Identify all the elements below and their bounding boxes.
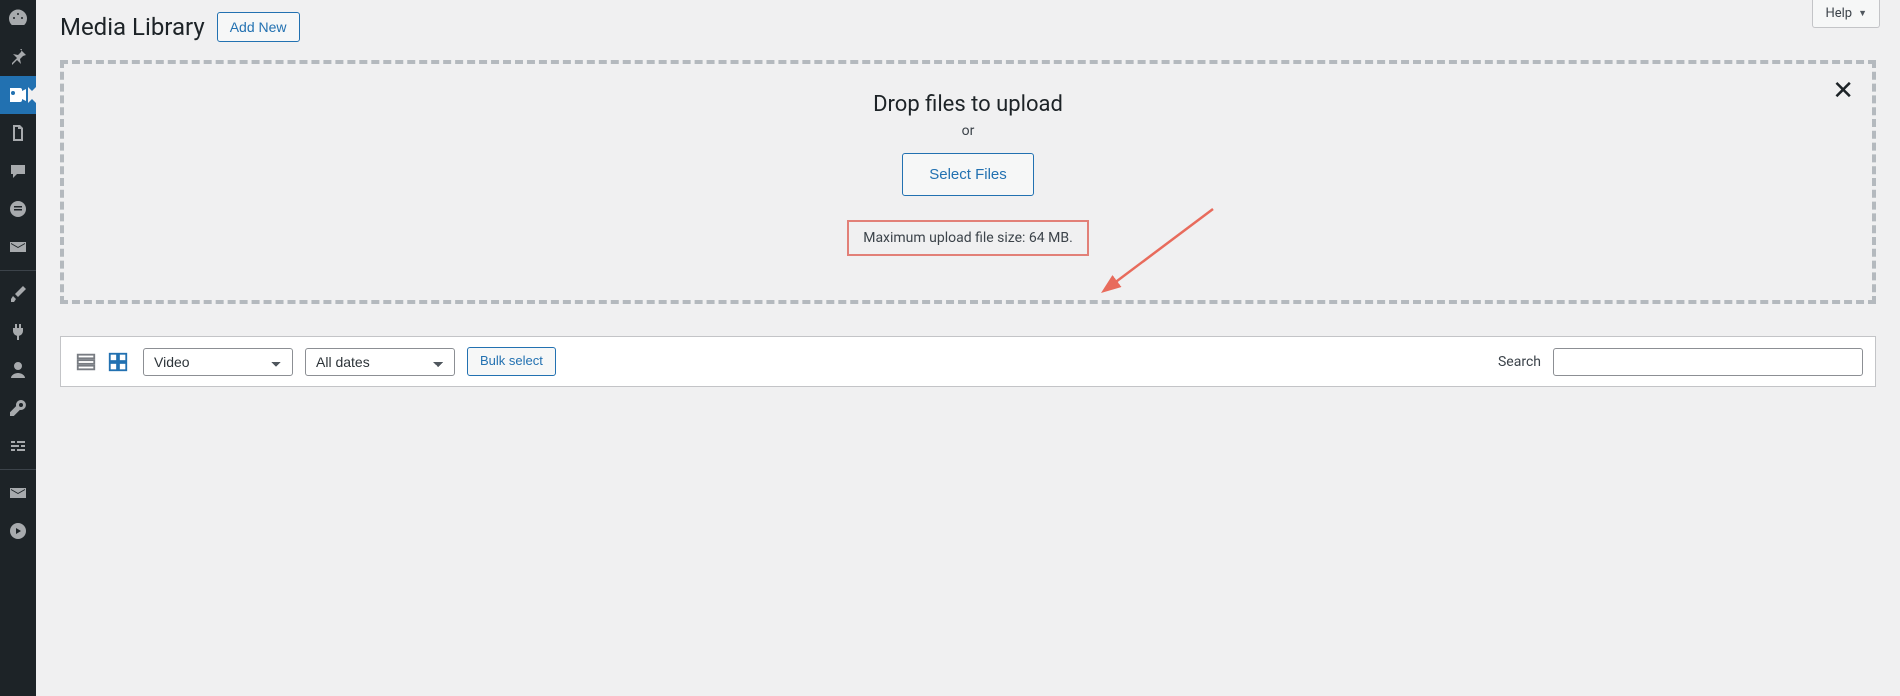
list-icon [75, 351, 97, 373]
grid-view-button[interactable] [105, 349, 131, 375]
gauge-icon [8, 9, 28, 29]
sidebar-item-video[interactable] [0, 512, 36, 550]
grid-icon [107, 351, 129, 373]
mail-icon [8, 237, 28, 257]
add-new-button[interactable]: Add New [217, 12, 300, 42]
sidebar-item-dashboard[interactable] [0, 0, 36, 38]
annotation-arrow [1098, 204, 1218, 294]
pages-icon [8, 123, 28, 143]
user-icon [8, 360, 28, 380]
brush-icon [8, 284, 28, 304]
play-circle-icon [8, 521, 28, 541]
dropzone-or: or [84, 123, 1852, 139]
comment-icon [8, 161, 28, 181]
mail-icon [8, 483, 28, 503]
search-label: Search [1498, 354, 1541, 370]
admin-sidebar [0, 0, 36, 696]
sidebar-item-mail[interactable] [0, 228, 36, 266]
dropzone-title: Drop files to upload [84, 92, 1852, 117]
page-title: Media Library [60, 13, 205, 41]
sidebar-item-comments[interactable] [0, 152, 36, 190]
sidebar-item-settings[interactable] [0, 427, 36, 465]
help-tab[interactable]: Help ▼ [1812, 0, 1880, 28]
sidebar-item-mail2[interactable] [0, 474, 36, 512]
close-icon[interactable]: ✕ [1832, 78, 1854, 104]
media-type-filter[interactable]: Video [143, 348, 293, 376]
wrench-icon [8, 398, 28, 418]
search-input[interactable] [1553, 348, 1863, 376]
chevron-down-icon: ▼ [1858, 8, 1867, 19]
sidebar-item-users[interactable] [0, 351, 36, 389]
page-header: Media Library Add New [60, 0, 1876, 60]
upload-dropzone[interactable]: ✕ Drop files to upload or Select Files M… [60, 60, 1876, 304]
sliders-icon [8, 436, 28, 456]
view-toggle [73, 349, 131, 375]
circle-bars-icon [8, 199, 28, 219]
sidebar-item-tools[interactable] [0, 389, 36, 427]
media-icon [8, 85, 28, 105]
pin-icon [8, 47, 28, 67]
select-files-button[interactable]: Select Files [902, 153, 1034, 196]
sidebar-item-custom1[interactable] [0, 190, 36, 228]
bulk-select-button[interactable]: Bulk select [467, 347, 556, 376]
sidebar-item-pages[interactable] [0, 114, 36, 152]
media-toolbar: Video All dates Bulk select Search [60, 336, 1876, 387]
max-upload-note: Maximum upload file size: 64 MB. [847, 220, 1089, 256]
main-content: Help ▼ Media Library Add New ✕ Drop file… [36, 0, 1900, 696]
help-label: Help [1825, 6, 1852, 21]
sidebar-item-appearance[interactable] [0, 275, 36, 313]
sidebar-item-plugins[interactable] [0, 313, 36, 351]
date-filter[interactable]: All dates [305, 348, 455, 376]
plug-icon [8, 322, 28, 342]
sidebar-item-media[interactable] [0, 76, 36, 114]
list-view-button[interactable] [73, 349, 99, 375]
sidebar-item-posts[interactable] [0, 38, 36, 76]
